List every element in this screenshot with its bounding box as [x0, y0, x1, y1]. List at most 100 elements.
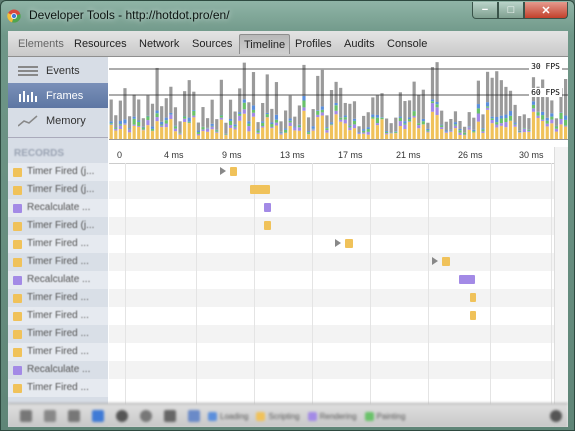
frame-bar[interactable]	[261, 102, 265, 139]
frame-bar[interactable]	[219, 79, 223, 139]
frame-bar[interactable]	[127, 116, 132, 139]
frame-bar[interactable]	[178, 121, 182, 139]
frame-bar[interactable]	[499, 80, 503, 139]
frame-bar[interactable]	[490, 77, 494, 139]
frame-bar[interactable]	[169, 86, 173, 139]
frame-bar[interactable]	[522, 114, 526, 139]
tab-resources[interactable]: Resources	[70, 34, 131, 54]
tab-timeline[interactable]: Timeline	[239, 34, 291, 54]
minimize-button[interactable]: −	[472, 2, 498, 19]
frame-bar[interactable]	[463, 126, 467, 139]
timeline-row[interactable]	[109, 379, 568, 397]
frame-bar[interactable]	[196, 122, 200, 139]
frame-bar[interactable]	[288, 95, 292, 139]
frame-bar[interactable]	[417, 94, 421, 139]
tab-console[interactable]: Console	[383, 34, 431, 54]
record-row[interactable]: Timer Fired ...	[8, 289, 108, 307]
legend-item[interactable]: Scripting	[256, 411, 300, 421]
frame-bar[interactable]	[513, 104, 517, 139]
frames-overview-chart[interactable]	[109, 57, 568, 139]
tab-audits[interactable]: Audits	[340, 34, 379, 54]
dock-icon[interactable]	[20, 410, 32, 422]
frame-bar[interactable]	[146, 95, 150, 139]
filter-icon[interactable]	[92, 410, 104, 422]
frame-bar[interactable]	[366, 112, 370, 139]
frame-bar[interactable]	[233, 111, 237, 139]
clear-icon[interactable]	[140, 410, 152, 422]
timeline-row[interactable]	[109, 253, 568, 271]
legend-item[interactable]: Rendering	[307, 411, 357, 421]
frame-bar[interactable]	[293, 116, 297, 139]
frame-bar[interactable]	[380, 93, 384, 139]
title-bar[interactable]: Developer Tools - http://hotdot.pro/en/ …	[1, 1, 574, 31]
frame-bar[interactable]	[274, 82, 279, 139]
frame-bar[interactable]	[192, 91, 196, 139]
maximize-button[interactable]: □	[498, 2, 524, 19]
record-duration-bar[interactable]	[442, 257, 451, 266]
expand-arrow-icon[interactable]	[432, 257, 439, 265]
frame-bar[interactable]	[334, 81, 338, 139]
frame-bar[interactable]	[302, 64, 306, 139]
timeline-row[interactable]	[109, 163, 568, 181]
frame-bar[interactable]	[118, 100, 122, 139]
frames-overview[interactable]: 30 FPS 60 FPS	[109, 57, 568, 140]
console-icon[interactable]	[44, 410, 56, 422]
record-duration-bar[interactable]	[469, 293, 477, 302]
frame-bar[interactable]	[458, 121, 462, 139]
timeline-row[interactable]	[109, 361, 568, 379]
record-row[interactable]: Timer Fired ...	[8, 379, 108, 397]
frame-bar[interactable]	[183, 91, 187, 139]
garbage-collect-icon[interactable]	[164, 410, 176, 422]
record-row[interactable]: Timer Fired ...	[8, 235, 108, 253]
frame-bar[interactable]	[160, 106, 164, 139]
settings-icon[interactable]	[550, 410, 562, 422]
frame-bar[interactable]	[247, 102, 251, 139]
frame-bar[interactable]	[527, 118, 531, 139]
frame-bar[interactable]	[265, 74, 269, 139]
frame-bar[interactable]	[297, 105, 301, 139]
frame-bar[interactable]	[137, 99, 141, 139]
timeline-row[interactable]	[109, 307, 568, 325]
frame-bar[interactable]	[467, 112, 471, 139]
frame-bar[interactable]	[545, 97, 549, 139]
frame-bar[interactable]	[141, 118, 145, 139]
frame-bar[interactable]	[155, 67, 159, 139]
record-duration-bar[interactable]	[344, 239, 354, 248]
record-row[interactable]: Timer Fired (j...	[8, 181, 108, 199]
frame-bar[interactable]	[348, 103, 352, 139]
frame-bar[interactable]	[564, 79, 568, 139]
timeline-row[interactable]	[109, 343, 568, 361]
frame-bar[interactable]	[426, 122, 430, 139]
frame-bar[interactable]	[421, 89, 425, 139]
record-row[interactable]: Timer Fired ...	[8, 307, 108, 325]
record-duration-bar[interactable]	[264, 203, 271, 212]
timeline-row[interactable]	[109, 289, 568, 307]
frame-bar[interactable]	[389, 123, 393, 139]
frame-bar[interactable]	[325, 115, 329, 139]
frame-bar[interactable]	[371, 97, 375, 139]
frame-bar[interactable]	[279, 121, 283, 139]
record-duration-bar[interactable]	[458, 275, 476, 284]
record-row[interactable]: Timer Fired (j...	[8, 163, 108, 181]
frame-bar[interactable]	[173, 107, 178, 139]
timeline-row[interactable]	[109, 217, 568, 235]
frame-bar[interactable]	[449, 118, 453, 139]
frame-bar[interactable]	[407, 100, 412, 139]
legend-item[interactable]: Loading	[208, 411, 248, 421]
record-row[interactable]: Recalculate ...	[8, 361, 108, 379]
frame-bar[interactable]	[352, 101, 357, 139]
record-duration-bar[interactable]	[469, 311, 477, 320]
frame-bar[interactable]	[187, 80, 191, 139]
tab-elements[interactable]: Elements	[14, 34, 68, 54]
expand-arrow-icon[interactable]	[219, 167, 226, 175]
expand-arrow-icon[interactable]	[334, 239, 341, 247]
frame-bar[interactable]	[164, 98, 168, 139]
record-row[interactable]: Timer Fired ...	[8, 253, 108, 271]
frame-bar[interactable]	[550, 100, 554, 139]
frame-bar[interactable]	[385, 118, 389, 139]
frame-bar[interactable]	[444, 121, 448, 139]
frame-bar[interactable]	[343, 102, 347, 139]
frame-bar[interactable]	[339, 87, 343, 139]
record-icon[interactable]	[116, 410, 128, 422]
glue-records-icon[interactable]	[188, 410, 200, 422]
